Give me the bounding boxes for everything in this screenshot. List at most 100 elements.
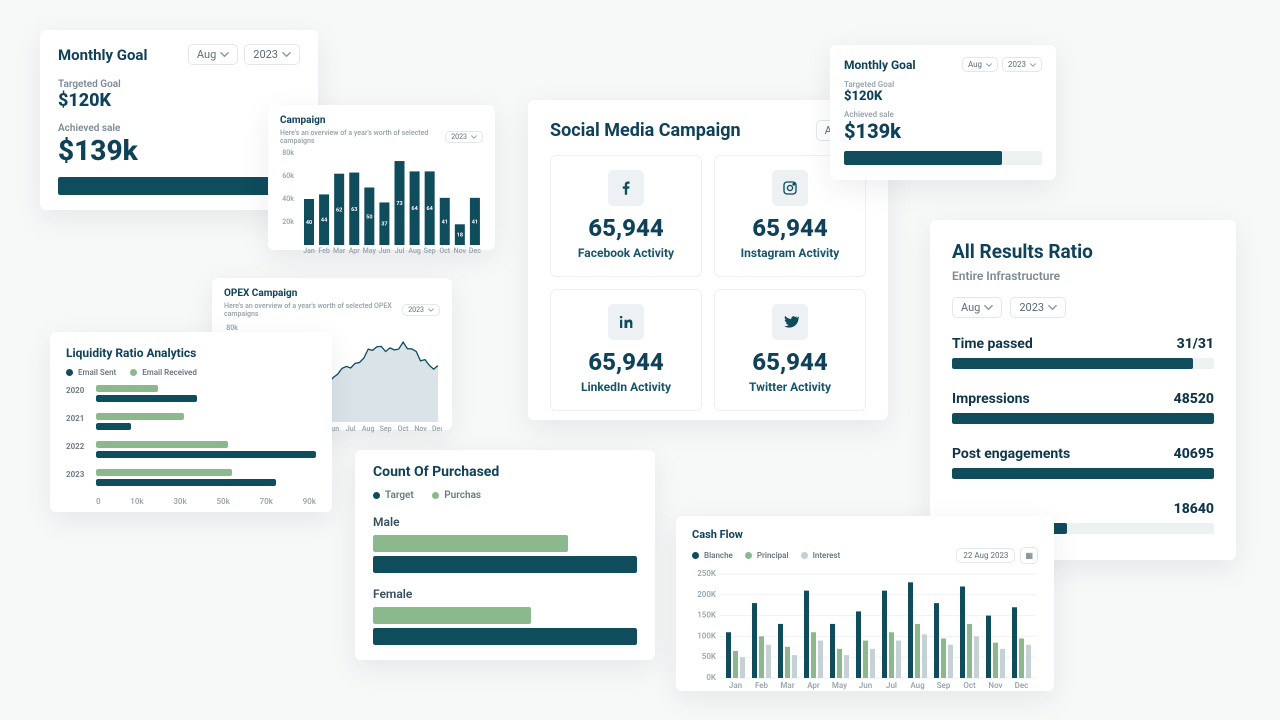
liquidity-row: 2023 xyxy=(66,469,316,489)
liquidity-row: 2022 xyxy=(66,441,316,461)
svg-text:Aug: Aug xyxy=(408,247,421,255)
svg-text:100K: 100K xyxy=(697,631,717,640)
facebook-tile[interactable]: 65,944 Facebook Activity xyxy=(550,155,702,277)
monthly-goal-title: Monthly Goal xyxy=(58,46,147,64)
svg-text:Feb: Feb xyxy=(318,247,330,255)
year-select[interactable]: 2023 xyxy=(244,44,300,65)
svg-text:64: 64 xyxy=(411,206,418,212)
purchased-title: Count Of Purchased xyxy=(373,464,637,480)
twitter-value: 65,944 xyxy=(720,348,860,376)
svg-text:37: 37 xyxy=(381,222,387,228)
metric-label: Post engagements xyxy=(952,446,1070,462)
year-select[interactable]: 2023 xyxy=(1010,297,1066,318)
campaign-subtitle: Here's an overview of a year's worth of … xyxy=(280,129,445,145)
linkedin-value: 65,944 xyxy=(556,348,696,376)
year-select[interactable]: 2023 xyxy=(1002,57,1042,72)
chevron-down-icon xyxy=(1048,303,1057,312)
year-select[interactable]: 2023 xyxy=(402,304,440,316)
opex-subtitle: Here's an overview of a year's worth of … xyxy=(224,302,402,318)
legend-recv: Email Received xyxy=(142,368,197,377)
metric-value: 18640 xyxy=(1174,501,1214,517)
legend-dot-recv xyxy=(130,369,137,376)
svg-text:41: 41 xyxy=(442,219,448,225)
twitter-label: Twitter Activity xyxy=(720,380,860,394)
achieved-value: $139k xyxy=(844,119,1042,143)
achieved-label: Achieved sale xyxy=(844,110,1042,119)
metric-value: 48520 xyxy=(1174,391,1214,407)
linkedin-icon xyxy=(608,304,644,340)
svg-text:50: 50 xyxy=(366,214,372,220)
svg-text:Sep: Sep xyxy=(380,425,392,433)
female-label: Female xyxy=(373,587,637,601)
liquidity-row: 2020 xyxy=(66,385,316,405)
chevron-down-icon xyxy=(986,62,992,68)
facebook-label: Facebook Activity xyxy=(556,246,696,260)
svg-text:73: 73 xyxy=(396,201,402,207)
svg-text:Feb: Feb xyxy=(755,681,769,690)
legend-dot-interest xyxy=(801,552,808,559)
svg-text:150K: 150K xyxy=(697,611,717,620)
instagram-label: Instagram Activity xyxy=(720,246,860,260)
svg-text:Nov: Nov xyxy=(454,247,467,255)
results-subtitle: Entire Infrastructure xyxy=(952,269,1214,283)
chevron-down-icon xyxy=(282,50,291,59)
linkedin-tile[interactable]: 65,944 LinkedIn Activity xyxy=(550,289,702,411)
calendar-button[interactable]: ▦ xyxy=(1020,547,1038,564)
male-label: Male xyxy=(373,515,637,529)
svg-text:May: May xyxy=(832,681,847,690)
month-select[interactable]: Aug xyxy=(952,297,1002,318)
twitter-tile[interactable]: 65,944 Twitter Activity xyxy=(714,289,866,411)
calendar-icon: ▦ xyxy=(1025,551,1033,560)
svg-text:60k: 60k xyxy=(282,172,294,180)
year-select[interactable]: 2023 xyxy=(445,131,483,143)
opex-title: OPEX Campaign xyxy=(224,288,440,299)
campaign-title: Campaign xyxy=(280,115,483,126)
svg-text:18: 18 xyxy=(457,233,463,239)
svg-text:Sep: Sep xyxy=(937,681,951,690)
svg-text:Dec: Dec xyxy=(432,425,442,433)
achieved-label: Achieved sale xyxy=(58,123,300,134)
legend-dot-blanche xyxy=(692,552,699,559)
legend-blanche: Blanche xyxy=(704,551,733,560)
svg-text:Sep: Sep xyxy=(424,247,436,255)
results-title: All Results Ratio xyxy=(952,240,1214,263)
svg-text:Mar: Mar xyxy=(333,247,346,255)
date-select[interactable]: 22 Aug 2023 xyxy=(956,548,1015,563)
legend-dot-purchase xyxy=(432,492,439,499)
svg-text:Apr: Apr xyxy=(807,681,820,690)
svg-text:63: 63 xyxy=(351,207,357,213)
svg-text:62: 62 xyxy=(336,207,342,213)
chevron-down-icon xyxy=(1030,62,1036,68)
facebook-value: 65,944 xyxy=(556,214,696,242)
svg-text:Dec: Dec xyxy=(1015,681,1029,690)
svg-text:Aug: Aug xyxy=(910,681,925,690)
purchased-card: Count Of Purchased Target Purchas Male F… xyxy=(355,450,655,660)
legend-purchase: Purchas xyxy=(444,490,481,501)
cash-flow-chart: 250K 200K 150K 100K 50K 0K JanFebMarAprM… xyxy=(692,568,1040,693)
svg-text:Apr: Apr xyxy=(349,247,361,255)
metric-value: 31/31 xyxy=(1177,336,1214,352)
svg-text:40k: 40k xyxy=(282,195,294,203)
month-select[interactable]: Aug xyxy=(188,44,238,65)
chevron-down-icon xyxy=(471,134,477,140)
svg-text:200K: 200K xyxy=(697,590,717,599)
svg-text:41: 41 xyxy=(472,219,478,225)
metric-label: Time passed xyxy=(952,336,1033,352)
svg-text:Jun: Jun xyxy=(859,681,873,690)
campaign-bar-chart: 80k60k40k20k 40 44 62 63 50 37 73 64 64 … xyxy=(280,147,485,255)
target-value: $120K xyxy=(58,90,300,111)
chevron-down-icon xyxy=(984,303,993,312)
svg-text:Jul: Jul xyxy=(886,681,897,690)
target-label: Targeted Goal xyxy=(844,80,1042,89)
legend-dot-target xyxy=(373,492,380,499)
svg-text:Mar: Mar xyxy=(780,681,794,690)
svg-text:Jul: Jul xyxy=(346,425,356,433)
svg-text:20k: 20k xyxy=(282,218,294,226)
svg-text:Jan: Jan xyxy=(729,681,743,690)
svg-text:Nov: Nov xyxy=(988,681,1002,690)
legend-dot-sent xyxy=(66,369,73,376)
target-label: Targeted Goal xyxy=(58,79,300,90)
svg-text:Oct: Oct xyxy=(398,425,409,433)
month-select[interactable]: Aug xyxy=(962,57,998,72)
liquidity-title: Liquidity Ratio Analytics xyxy=(66,346,316,360)
